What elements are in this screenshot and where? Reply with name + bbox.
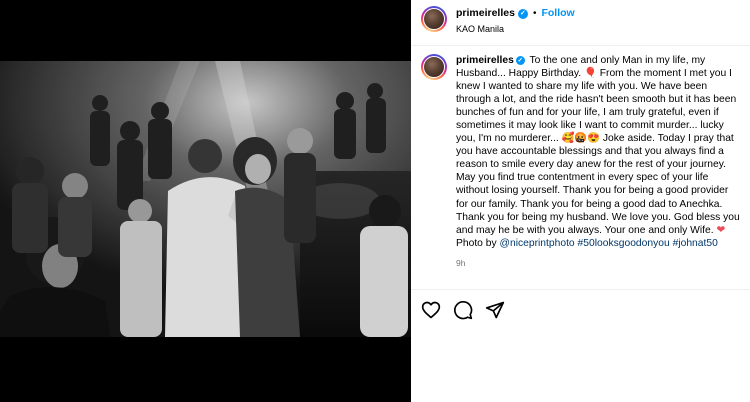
caption-verified-badge-icon: ✓ [515, 56, 525, 65]
username-link[interactable]: primeirelles [456, 7, 515, 20]
post-header: primeirelles ✓ • Follow KAO Manila [411, 0, 750, 46]
paper-plane-icon[interactable] [485, 300, 507, 322]
red-heart-emoji: ❤ [716, 224, 726, 236]
location-link[interactable]: KAO Manila [456, 24, 575, 35]
caption-text: primeirelles ✓ To the one and only Man in… [456, 54, 740, 250]
caption-avatar[interactable] [421, 54, 447, 80]
emoji: 🥰🤬😍 [561, 133, 601, 145]
action-bar [411, 289, 750, 402]
separator-dot: • [532, 8, 537, 19]
emoji: 🎈 [584, 68, 597, 80]
post-photo-image [0, 61, 411, 337]
caption-content: To the one and only Man in my life, my H… [456, 55, 740, 249]
hashtag-link[interactable]: #johnat50 [673, 238, 718, 249]
caption-text-segment: Joke aside. Today I pray that you have a… [456, 133, 740, 236]
hashtag-link[interactable]: #50looksgoodonyou [578, 238, 670, 249]
mention-link[interactable]: @niceprintphoto [500, 238, 575, 249]
heart-outline-icon[interactable] [421, 300, 443, 322]
caption-section: primeirelles ✓ To the one and only Man in… [411, 46, 750, 268]
caption-text-segment: Photo by [456, 237, 500, 249]
caption-username-link[interactable]: primeirelles [456, 55, 514, 66]
verified-badge-icon: ✓ [517, 8, 528, 19]
follow-button[interactable]: Follow [541, 7, 574, 20]
comment-bubble-icon[interactable] [453, 300, 475, 322]
post-timestamp[interactable]: 9h [456, 258, 740, 268]
avatar[interactable] [421, 6, 447, 32]
media-pane [0, 0, 411, 402]
post-photo[interactable] [0, 61, 411, 337]
